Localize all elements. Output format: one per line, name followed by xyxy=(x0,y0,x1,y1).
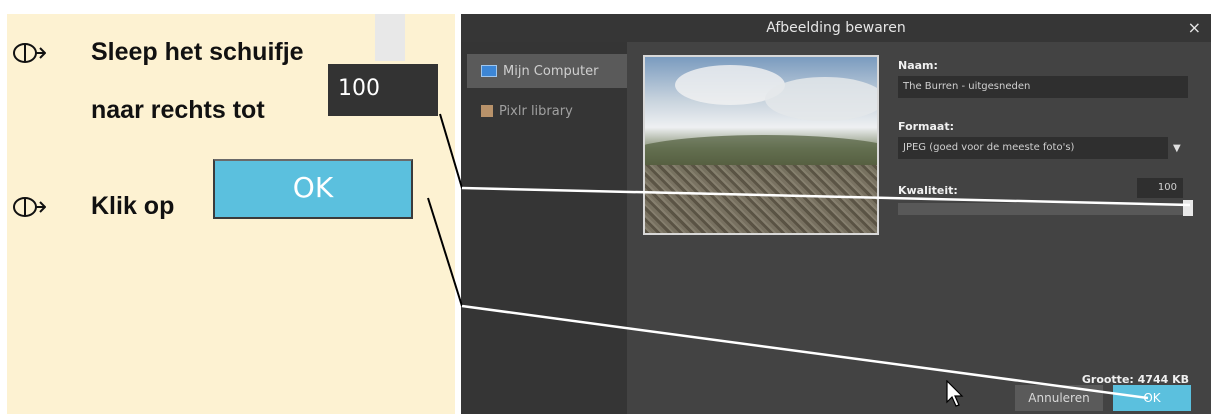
dialog-titlebar: Afbeelding bewaren × xyxy=(461,14,1211,42)
dialog-sidebar: Mijn Computer Pixlr library xyxy=(461,42,627,414)
sidebar-item-pixlr-library[interactable]: Pixlr library xyxy=(467,94,627,128)
pointing-hand-icon xyxy=(13,43,46,63)
ok-button-example: OK xyxy=(213,159,413,219)
monitor-icon xyxy=(481,65,497,77)
quality-value-example: 100 xyxy=(328,64,438,116)
chevron-down-icon[interactable]: ▼ xyxy=(1173,143,1181,154)
ok-button[interactable]: OK xyxy=(1113,385,1191,411)
save-image-dialog: Afbeelding bewaren × Mijn Computer Pixlr… xyxy=(461,14,1211,414)
quality-slider-handle[interactable] xyxy=(1183,200,1193,216)
name-label: Naam: xyxy=(898,59,938,72)
image-preview xyxy=(643,55,879,235)
quality-value-field[interactable]: 100 xyxy=(1137,178,1183,198)
pointing-hand-icon xyxy=(13,197,46,217)
cancel-button[interactable]: Annuleren xyxy=(1015,385,1103,411)
step1-text-line2: naar rechts tot xyxy=(91,96,265,124)
dialog-title: Afbeelding bewaren xyxy=(766,20,906,36)
step1-text-line1: Sleep het schuifje xyxy=(91,38,304,66)
quality-slider-track[interactable] xyxy=(898,203,1188,215)
library-icon xyxy=(481,105,493,117)
close-icon[interactable]: × xyxy=(1188,18,1201,37)
decorative-box xyxy=(375,14,405,61)
sidebar-item-label: Pixlr library xyxy=(499,103,573,119)
sidebar-item-my-computer[interactable]: Mijn Computer xyxy=(467,54,627,88)
sidebar-item-label: Mijn Computer xyxy=(503,63,599,79)
mouse-cursor-icon xyxy=(946,380,964,407)
format-select[interactable]: JPEG (goed voor de meeste foto's) xyxy=(898,137,1168,159)
format-label: Formaat: xyxy=(898,120,955,133)
name-field[interactable]: The Burren - uitgesneden xyxy=(898,76,1188,98)
quality-label: Kwaliteit: xyxy=(898,184,958,197)
step2-text: Klik op xyxy=(91,192,175,220)
